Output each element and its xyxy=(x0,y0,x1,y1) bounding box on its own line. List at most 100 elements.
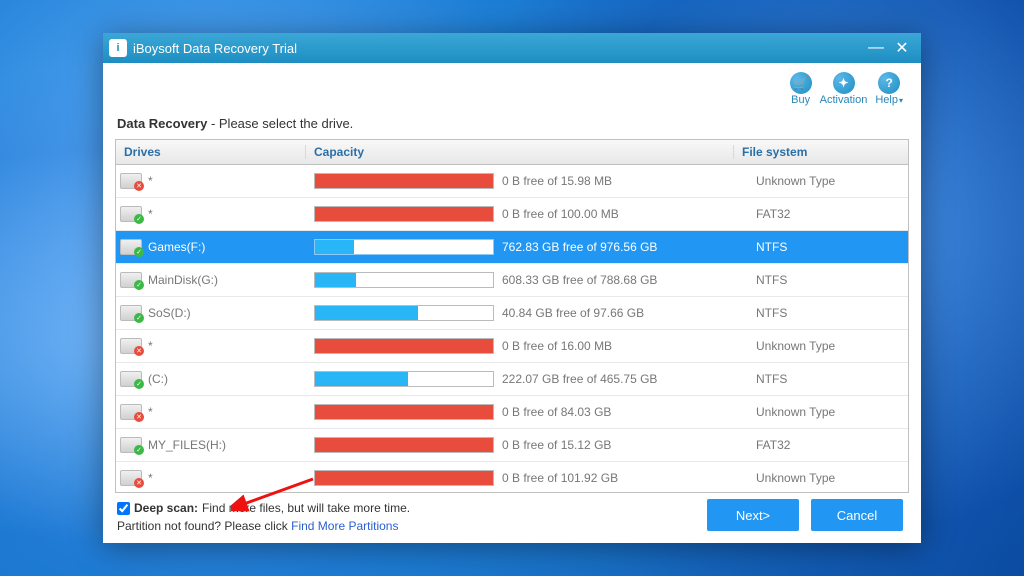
capacity-bar xyxy=(314,437,494,453)
capacity-cell: 40.84 GB free of 97.66 GB xyxy=(306,305,748,321)
table-row[interactable]: ✕*0 B free of 101.92 GBUnknown Type xyxy=(116,462,908,492)
disk-icon: ✓ xyxy=(120,206,142,222)
cancel-button[interactable]: Cancel xyxy=(811,499,903,531)
disk-icon: ✓ xyxy=(120,239,142,255)
dialog-button-row: Next> Cancel xyxy=(707,499,903,531)
table-row[interactable]: ✕*0 B free of 84.03 GBUnknown Type xyxy=(116,396,908,429)
filesystem-cell: Unknown Type xyxy=(748,471,908,485)
drive-table-body[interactable]: ✕*0 B free of 15.98 MBUnknown Type✓*0 B … xyxy=(116,165,908,492)
content-area: 🛒 Buy ✦ Activation ? Help Data Recovery … xyxy=(103,63,921,543)
deep-scan-label: Deep scan: xyxy=(134,501,198,515)
buy-button[interactable]: 🛒 Buy xyxy=(790,72,812,106)
disk-icon: ✕ xyxy=(120,404,142,420)
drive-name: * xyxy=(148,339,153,353)
drive-status-error-icon: ✕ xyxy=(134,346,144,356)
drive-name: * xyxy=(148,207,153,221)
close-button[interactable]: ✕ xyxy=(889,37,915,59)
next-button[interactable]: Next> xyxy=(707,499,799,531)
find-more-partitions-link[interactable]: Find More Partitions xyxy=(291,519,398,533)
drive-cell: ✓Games(F:) xyxy=(116,239,306,255)
cart-icon: 🛒 xyxy=(790,72,812,94)
table-row[interactable]: ✓ MainDisk(G:) 608.33 GB free of 788.68 GB… xyxy=(116,264,908,297)
disk-icon: ✓ xyxy=(120,371,142,387)
capacity-bar-fill xyxy=(315,273,356,287)
disk-icon: ✓ xyxy=(120,437,142,453)
drive-status-ok-icon: ✓ xyxy=(134,379,144,389)
drive-name: * xyxy=(148,405,153,419)
drive-cell: ✓(C:) xyxy=(116,371,306,387)
help-button[interactable]: ? Help xyxy=(875,72,903,106)
capacity-bar xyxy=(314,470,494,486)
deep-scan-checkbox[interactable] xyxy=(117,502,130,515)
minimize-button[interactable]: — xyxy=(863,37,889,59)
drive-cell: ✓SoS(D:) xyxy=(116,305,306,321)
drive-name: * xyxy=(148,174,153,188)
capacity-bar-fill xyxy=(315,405,493,419)
capacity-text: 40.84 GB free of 97.66 GB xyxy=(502,306,644,320)
filesystem-cell: Unknown Type xyxy=(748,174,908,188)
table-row[interactable]: ✓SoS(D:) 40.84 GB free of 97.66 GB NTFS xyxy=(116,297,908,330)
drive-status-ok-icon: ✓ xyxy=(134,247,144,257)
filesystem-cell: NTFS xyxy=(748,372,908,386)
capacity-bar xyxy=(314,338,494,354)
capacity-cell: 0 B free of 15.12 GB xyxy=(306,437,748,453)
table-header-row: Drives Capacity File system xyxy=(116,140,908,165)
drive-name: MY_FILES(H:) xyxy=(148,438,226,452)
activation-button[interactable]: ✦ Activation xyxy=(820,72,868,106)
drive-cell: ✕* xyxy=(116,338,306,354)
buy-label: Buy xyxy=(791,94,810,106)
help-label: Help xyxy=(875,94,903,106)
app-icon: i xyxy=(109,39,127,57)
capacity-cell: 0 B free of 84.03 GB xyxy=(306,404,748,420)
filesystem-cell: Unknown Type xyxy=(748,405,908,419)
capacity-cell: 0 B free of 16.00 MB xyxy=(306,338,748,354)
filesystem-cell: NTFS xyxy=(748,306,908,320)
capacity-text: 0 B free of 15.12 GB xyxy=(502,438,611,452)
drive-cell: ✓ MY_FILES(H:) xyxy=(116,437,306,453)
capacity-text: 0 B free of 15.98 MB xyxy=(502,174,612,188)
table-row[interactable]: ✓*0 B free of 100.00 MBFAT32 xyxy=(116,198,908,231)
col-header-drives[interactable]: Drives xyxy=(116,145,306,159)
table-row[interactable]: ✕ * 0 B free of 15.98 MB Unknown Type xyxy=(116,165,908,198)
deep-scan-desc: Find more files, but will take more time… xyxy=(202,501,410,515)
capacity-text: 0 B free of 100.00 MB xyxy=(502,207,619,221)
table-row[interactable]: ✓(C:) 222.07 GB free of 465.75 GB NTFS xyxy=(116,363,908,396)
capacity-bar-fill xyxy=(315,438,493,452)
drive-status-ok-icon: ✓ xyxy=(134,445,144,455)
col-header-filesystem[interactable]: File system xyxy=(734,145,894,159)
disk-icon: ✓ xyxy=(120,305,142,321)
partition-prefix: Partition not found? Please click xyxy=(117,519,291,533)
titlebar: i iBoysoft Data Recovery Trial — ✕ xyxy=(103,33,921,63)
table-row[interactable]: ✓MY_FILES(H:)0 B free of 15.12 GBFAT32 xyxy=(116,429,908,462)
drive-cell: ✕* xyxy=(116,470,306,486)
drive-cell: ✕* xyxy=(116,404,306,420)
drive-name: MainDisk(G:) xyxy=(148,273,218,287)
col-header-capacity[interactable]: Capacity xyxy=(306,145,734,159)
disk-icon: ✓ xyxy=(120,272,142,288)
drive-status-ok-icon: ✓ xyxy=(134,313,144,323)
page-title: Data Recovery xyxy=(117,116,207,131)
help-icon: ? xyxy=(878,72,900,94)
capacity-text: 222.07 GB free of 465.75 GB xyxy=(502,372,657,386)
activation-icon: ✦ xyxy=(833,72,855,94)
capacity-bar-fill xyxy=(315,339,493,353)
capacity-bar xyxy=(314,272,494,288)
activation-label: Activation xyxy=(820,94,868,106)
page-subtitle: - Please select the drive. xyxy=(207,116,353,131)
table-row[interactable]: ✕*0 B free of 16.00 MBUnknown Type xyxy=(116,330,908,363)
drive-status-error-icon: ✕ xyxy=(134,412,144,422)
disk-icon: ✕ xyxy=(120,338,142,354)
capacity-bar-fill xyxy=(315,306,418,320)
disk-icon: ✕ xyxy=(120,173,142,189)
drive-cell: ✓ MainDisk(G:) xyxy=(116,272,306,288)
window-title: iBoysoft Data Recovery Trial xyxy=(133,41,863,56)
main-window: i iBoysoft Data Recovery Trial — ✕ 🛒 Buy… xyxy=(103,33,921,543)
capacity-bar xyxy=(314,371,494,387)
table-row[interactable]: ✓Games(F:)762.83 GB free of 976.56 GBNTF… xyxy=(116,231,908,264)
drive-name: * xyxy=(148,471,153,485)
filesystem-cell: NTFS xyxy=(748,273,908,287)
drive-status-error-icon: ✕ xyxy=(134,181,144,191)
top-actions: 🛒 Buy ✦ Activation ? Help xyxy=(115,69,909,112)
capacity-bar xyxy=(314,239,494,255)
capacity-cell: 608.33 GB free of 788.68 GB xyxy=(306,272,748,288)
